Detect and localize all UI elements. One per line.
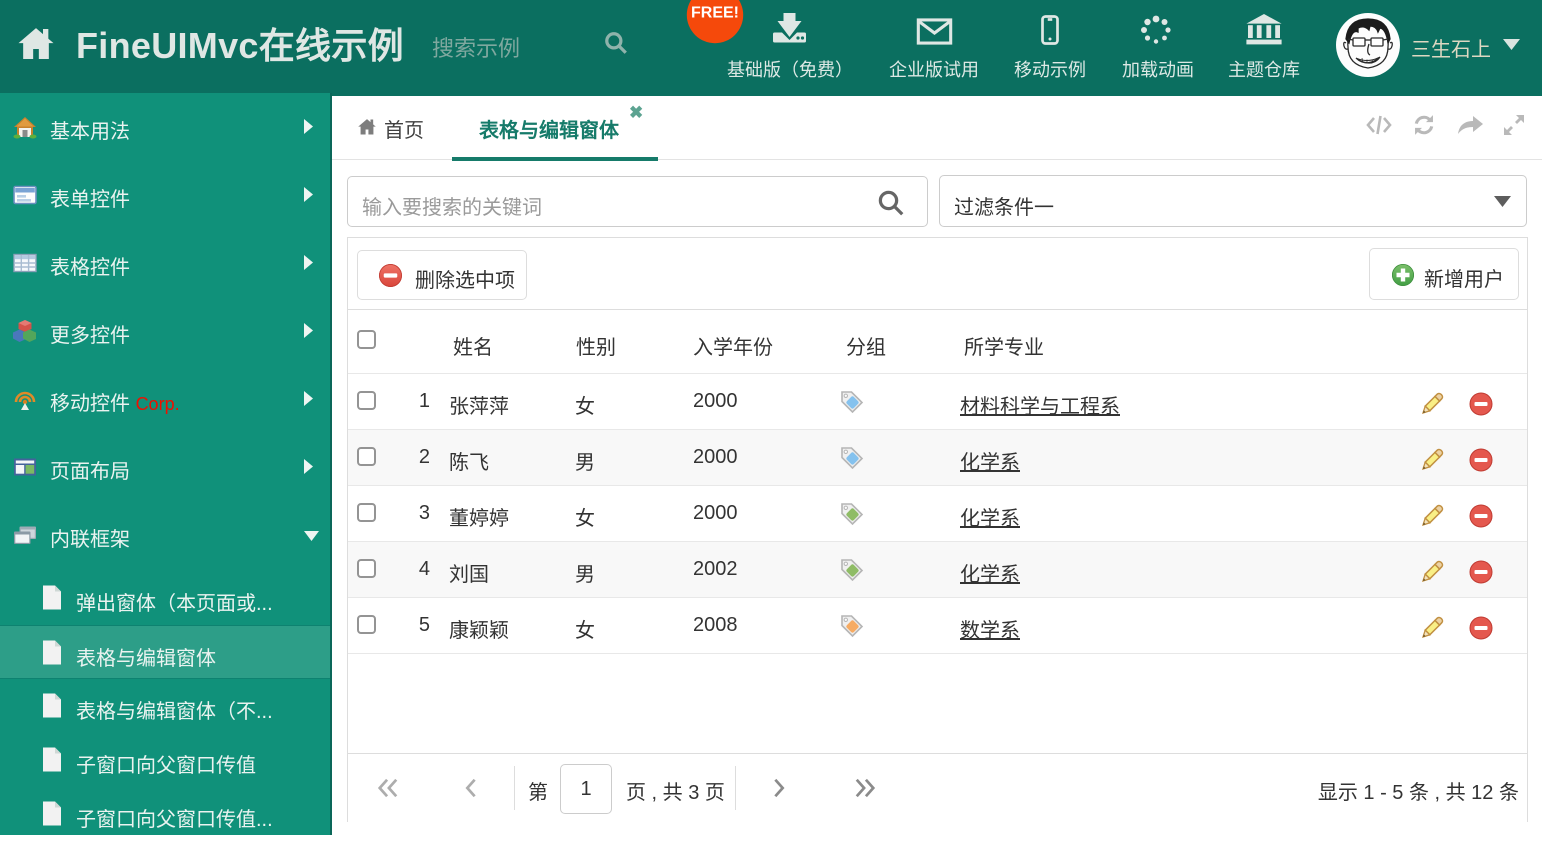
svg-text:FREE!: FREE! xyxy=(691,5,739,22)
